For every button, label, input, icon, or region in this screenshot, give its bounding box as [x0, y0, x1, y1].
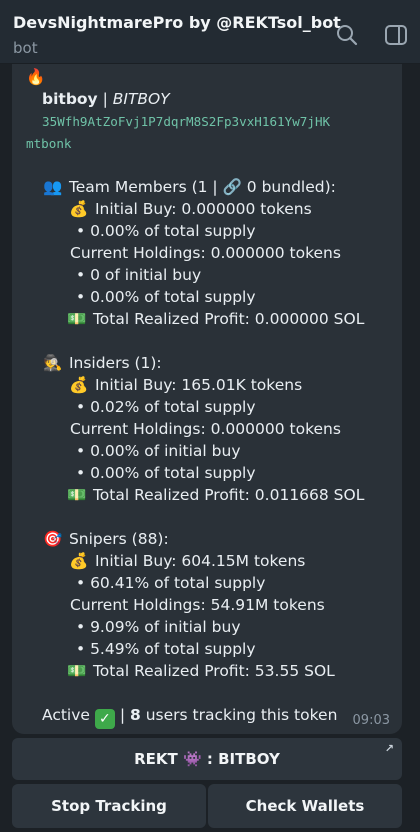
insiders-profit: Total Realized Profit: 0.011668 SOL: [92, 486, 365, 504]
snipers-initial-buy-line: 💰 Initial Buy: 604.15M tokens: [68, 550, 305, 572]
target-icon: 🎯: [43, 530, 63, 548]
snipers-initial-buy: Initial Buy: 604.15M tokens: [94, 552, 306, 570]
snipers-profit: Total Realized Profit: 53.55 SOL: [92, 662, 335, 680]
message-time: 09:03: [352, 713, 390, 728]
money-bag-icon: 💰: [69, 552, 89, 570]
external-link-icon: ↗: [384, 742, 394, 755]
chat-title[interactable]: DevsNightmarePro by @REKTsol_bot: [13, 13, 341, 32]
insiders-profit-line: 💵 Total Realized Profit: 0.011668 SOL: [66, 484, 364, 506]
snipers-profit-line: 💵 Total Realized Profit: 53.55 SOL: [66, 660, 335, 682]
insiders-header: Insiders (1):: [68, 354, 162, 372]
insiders-holdings: Current Holdings: 0.000000 tokens: [70, 420, 341, 438]
team-holdings: Current Holdings: 0.000000 tokens: [70, 244, 341, 262]
rekt-link-button[interactable]: REKT 👾 : BITBOY ↗: [12, 738, 402, 780]
team-holdings-pct: • 0.00% of total supply: [76, 288, 256, 306]
team-header: Team Members (1 | 🔗 0 bundled):: [68, 178, 336, 196]
check-mark-icon: ✓: [94, 709, 115, 729]
team-holdings-of-buy: • 0 of initial buy: [76, 266, 202, 284]
token-symbol: BITBOY: [112, 90, 170, 108]
cash-icon: 💵: [67, 486, 87, 504]
rekt-button-label: REKT 👾 : BITBOY: [134, 750, 280, 768]
chat-subtitle: bot: [13, 39, 38, 57]
users-count: 8: [129, 706, 141, 724]
insiders-initial-buy-line: 💰 Initial Buy: 165.01K tokens: [68, 374, 302, 396]
insiders-holdings-of-buy: • 0.00% of initial buy: [76, 442, 241, 460]
snipers-holdings-of-buy: • 9.09% of initial buy: [76, 618, 241, 636]
check-wallets-button[interactable]: Check Wallets: [208, 784, 402, 828]
cash-icon: 💵: [67, 310, 87, 328]
tracking-status: Active ✓ | 8 users tracking this token: [42, 704, 337, 729]
side-panel-icon[interactable]: [383, 22, 409, 48]
team-initial-pct: • 0.00% of total supply: [76, 222, 256, 240]
team-initial-buy: Initial Buy: 0.000000 tokens: [94, 200, 312, 218]
token-separator: |: [97, 90, 113, 108]
snipers-initial-pct: • 60.41% of total supply: [76, 574, 266, 592]
search-icon[interactable]: [334, 22, 360, 48]
team-icon: 👥: [43, 178, 63, 196]
team-initial-buy-line: 💰 Initial Buy: 0.000000 tokens: [68, 198, 312, 220]
message-bubble: 🔥 bitboy | BITBOY 35Wfh9AtZoFvj1P7dqrM8S…: [12, 64, 402, 734]
contract-address-line1[interactable]: 35Wfh9AtZoFvj1P7dqrM8S2Fp3vxH161Yw7jHK: [42, 111, 330, 133]
status-separator: |: [114, 706, 130, 724]
snipers-header-line: 🎯 Snipers (88):: [42, 528, 169, 550]
team-profit-line: 💵 Total Realized Profit: 0.000000 SOL: [66, 308, 364, 330]
snipers-header: Snipers (88):: [68, 530, 169, 548]
cash-icon: 💵: [67, 662, 87, 680]
insiders-holdings-pct: • 0.00% of total supply: [76, 464, 256, 482]
detective-icon: 🕵: [43, 354, 63, 372]
contract-address-line2[interactable]: mtbonk: [26, 133, 72, 155]
token-title: bitboy | BITBOY: [42, 88, 170, 110]
insiders-header-line: 🕵 Insiders (1):: [42, 352, 162, 374]
chat-area: 🔥 bitboy | BITBOY 35Wfh9AtZoFvj1P7dqrM8S…: [0, 64, 420, 832]
team-profit: Total Realized Profit: 0.000000 SOL: [92, 310, 365, 328]
status-active: Active: [42, 706, 90, 724]
team-header-line: 👥 Team Members (1 | 🔗 0 bundled):: [42, 176, 336, 198]
fire-emoji: 🔥: [26, 68, 46, 86]
insiders-initial-pct: • 0.02% of total supply: [76, 398, 256, 416]
insiders-initial-buy: Initial Buy: 165.01K tokens: [94, 376, 303, 394]
stop-tracking-button[interactable]: Stop Tracking: [12, 784, 206, 828]
token-name[interactable]: bitboy: [42, 90, 98, 108]
money-bag-icon: 💰: [69, 200, 89, 218]
status-suffix: users tracking this token: [140, 706, 338, 724]
snipers-holdings: Current Holdings: 54.91M tokens: [70, 596, 325, 614]
snipers-holdings-pct: • 5.49% of total supply: [76, 640, 256, 658]
money-bag-icon: 💰: [69, 376, 89, 394]
chat-header: DevsNightmarePro by @REKTsol_bot bot: [0, 0, 420, 64]
